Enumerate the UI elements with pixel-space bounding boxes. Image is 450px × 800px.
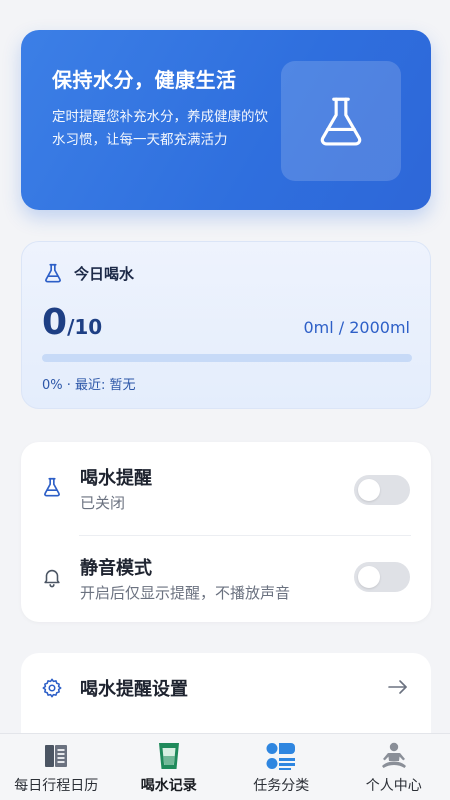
reminder-settings-row[interactable]: 喝水提醒设置 xyxy=(21,653,431,743)
reminder-switch[interactable] xyxy=(354,475,410,505)
hero-description: 定时提醒您补充水分，养成健康的饮水习惯，让每一天都充满活力 xyxy=(52,109,268,148)
bell-icon xyxy=(44,569,60,588)
tab-label: 任务分类 xyxy=(253,778,310,794)
flask-icon xyxy=(45,263,61,283)
tab-label: 喝水记录 xyxy=(140,778,197,794)
silent-mode-switch[interactable] xyxy=(354,562,410,592)
today-header: 今日喝水 xyxy=(42,262,134,284)
cup-icon xyxy=(153,740,185,772)
reminder-toggles-card: 喝水提醒 已关闭 静音模式 开启后仅显示提醒，不播放声音 xyxy=(21,442,431,622)
hero-icon-box xyxy=(281,61,401,181)
silent-mode-title: 静音模式 xyxy=(80,558,152,579)
gear-icon xyxy=(42,678,62,698)
today-volume: 0ml / 2000ml xyxy=(303,318,410,337)
today-count: 0 /10 xyxy=(42,302,102,343)
today-count-goal: /10 xyxy=(67,315,103,339)
today-count-value: 0 xyxy=(42,302,68,343)
bottom-tab-bar: 每日行程日历 喝水记录 任务分类 个人中心 xyxy=(0,733,450,800)
tab-water-record[interactable]: 喝水记录 xyxy=(113,734,226,800)
switch-knob xyxy=(358,566,380,588)
hero-title: 保持水分，健康生活 xyxy=(52,68,237,92)
reminder-settings-label: 喝水提醒设置 xyxy=(80,679,188,700)
silent-mode-description: 开启后仅显示提醒，不播放声音 xyxy=(80,584,291,602)
reminder-toggle-row[interactable]: 喝水提醒 已关闭 xyxy=(21,442,431,532)
tab-profile[interactable]: 个人中心 xyxy=(338,734,450,800)
flask-icon xyxy=(320,97,362,146)
hero-banner: 保持水分，健康生活 定时提醒您补充水分，养成健康的饮水习惯，让每一天都充满活力 xyxy=(21,30,431,210)
switch-knob xyxy=(358,479,380,501)
reminder-status: 已关闭 xyxy=(80,494,126,512)
tab-label: 每日行程日历 xyxy=(14,778,99,794)
reminder-title: 喝水提醒 xyxy=(80,468,152,489)
today-water-card[interactable]: 今日喝水 0 /10 0ml / 2000ml 0% · 最近: 暂无 xyxy=(21,241,431,409)
person-icon xyxy=(378,740,410,772)
tab-label: 个人中心 xyxy=(365,778,422,794)
tab-task-categories[interactable]: 任务分类 xyxy=(225,734,338,800)
calendar-book-icon xyxy=(40,740,72,772)
today-title: 今日喝水 xyxy=(74,264,135,283)
arrow-right-icon xyxy=(388,680,407,694)
flask-icon xyxy=(44,477,60,497)
today-status: 0% · 最近: 暂无 xyxy=(42,378,136,393)
category-icon xyxy=(265,740,297,772)
silent-mode-row[interactable]: 静音模式 开启后仅显示提醒，不播放声音 xyxy=(21,536,431,626)
tab-daily-schedule[interactable]: 每日行程日历 xyxy=(0,734,113,800)
app-screen: 保持水分，健康生活 定时提醒您补充水分，养成健康的饮水习惯，让每一天都充满活力 … xyxy=(0,0,450,800)
today-progress-bar xyxy=(42,354,412,362)
